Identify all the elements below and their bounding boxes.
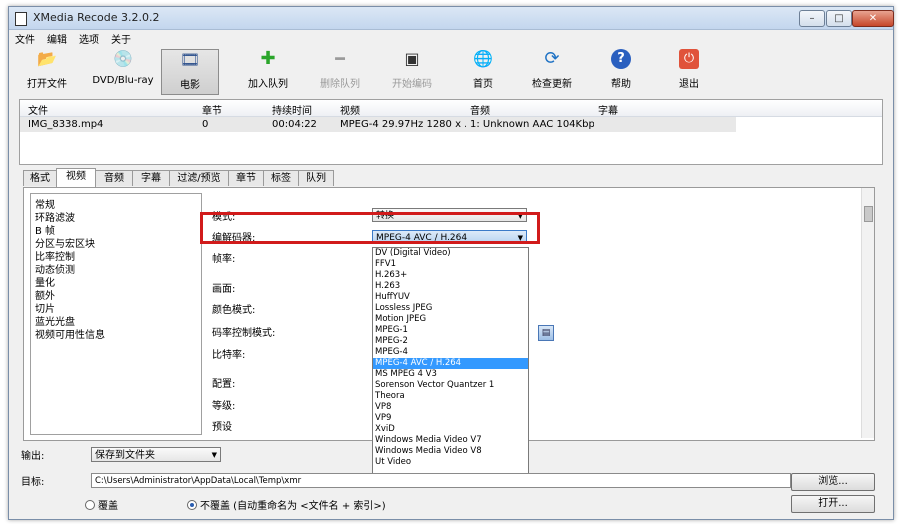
panel-scrollbar[interactable] bbox=[861, 188, 874, 438]
menu-bar: 文件 编辑 选项 关于 bbox=[9, 30, 893, 46]
help-icon: ? bbox=[611, 49, 631, 69]
toolbar: 📂 打开文件 💿 DVD/Blu-ray 🎞 电影 ✚ 加入队列 ━ 删除队列 … bbox=[9, 47, 893, 95]
movie-button[interactable]: 🎞 电影 bbox=[161, 49, 219, 95]
minus-icon: ━ bbox=[335, 49, 345, 68]
open-folder-icon: 📂 bbox=[37, 49, 57, 68]
rate-control-label: 码率控制模式: bbox=[212, 328, 276, 339]
tab-tags[interactable]: 标签 bbox=[263, 170, 299, 186]
list-item[interactable]: FFV1 bbox=[373, 259, 528, 270]
menu-file[interactable]: 文件 bbox=[9, 30, 41, 47]
list-item[interactable]: Ut Video bbox=[373, 457, 528, 468]
rate-settings-button[interactable]: ▤ bbox=[538, 325, 554, 341]
no-overwrite-radio[interactable]: 不覆盖 (自动重命名为 <文件名 + 索引>) bbox=[187, 497, 386, 512]
video-category-list[interactable]: 常规 环路滤波 B 帧 分区与宏区块 比率控制 动态侦测 量化 额外 切片 蓝光… bbox=[30, 193, 202, 435]
col-file[interactable]: 文件 bbox=[28, 102, 48, 117]
add-queue-button[interactable]: ✚ 加入队列 bbox=[235, 49, 301, 93]
tab-filter-preview[interactable]: 过滤/预览 bbox=[169, 170, 229, 186]
tab-chapters[interactable]: 章节 bbox=[228, 170, 264, 186]
list-item[interactable]: 视频可用性信息 bbox=[35, 326, 105, 341]
refresh-icon: ⟳ bbox=[544, 48, 560, 69]
exit-button[interactable]: ⏻ 退出 bbox=[669, 49, 709, 93]
list-item[interactable]: Lossless JPEG bbox=[373, 303, 528, 314]
close-button[interactable]: ✕ bbox=[852, 10, 894, 27]
col-duration[interactable]: 持续时间 bbox=[272, 102, 312, 117]
tab-format[interactable]: 格式 bbox=[23, 170, 57, 186]
list-item[interactable]: Windows Media Video V7 bbox=[373, 435, 528, 446]
start-encode-button[interactable]: ▣ 开始编码 bbox=[379, 49, 445, 93]
film-icon: 🎞 bbox=[180, 50, 201, 69]
target-label: 目标: bbox=[21, 477, 45, 488]
check-update-button[interactable]: ⟳ 检查更新 bbox=[519, 49, 585, 93]
remove-queue-button[interactable]: ━ 删除队列 bbox=[307, 49, 373, 93]
app-icon bbox=[15, 12, 27, 26]
file-list-header: 文件 章节 持续时间 视频 音频 字幕 bbox=[20, 100, 882, 117]
title-bar: XMedia Recode 3.2.0.2 – □ ✕ bbox=[9, 7, 894, 30]
list-item[interactable]: Motion JPEG bbox=[373, 314, 528, 325]
output-select[interactable]: 保存到文件夹 ▼ bbox=[91, 447, 221, 462]
list-item[interactable]: MS MPEG 4 V3 bbox=[373, 369, 528, 380]
list-item[interactable]: MPEG-1 bbox=[373, 325, 528, 336]
color-mode-label: 颜色模式: bbox=[212, 305, 256, 316]
open-file-button[interactable]: 📂 打开文件 bbox=[15, 49, 79, 93]
col-audio[interactable]: 音频 bbox=[470, 102, 490, 117]
profile-label: 配置: bbox=[212, 379, 236, 390]
col-video[interactable]: 视频 bbox=[340, 102, 360, 117]
list-item[interactable]: VP9 bbox=[373, 413, 528, 424]
menu-edit[interactable]: 编辑 bbox=[41, 30, 73, 47]
preset-label: 预设 bbox=[212, 422, 232, 433]
codec-dropdown-list[interactable]: DV (Digital Video) FFV1 H.263+ H.263 Huf… bbox=[372, 247, 529, 474]
radio-selected-icon bbox=[187, 500, 197, 510]
disc-icon: 💿 bbox=[113, 49, 133, 68]
app-window: XMedia Recode 3.2.0.2 – □ ✕ 文件 编辑 选项 关于 📂 打… bbox=[8, 6, 894, 520]
help-button[interactable]: ? 帮助 bbox=[601, 49, 641, 93]
file-list[interactable]: 文件 章节 持续时间 视频 音频 字幕 IMG_8338.mp4 0 00:04… bbox=[19, 99, 883, 165]
list-item[interactable]: Theora bbox=[373, 391, 528, 402]
encode-icon: ▣ bbox=[404, 49, 420, 68]
overwrite-radio[interactable]: 覆盖 bbox=[85, 497, 118, 512]
col-subtitle[interactable]: 字幕 bbox=[598, 102, 618, 117]
plus-icon: ✚ bbox=[260, 48, 276, 69]
open-button[interactable]: 打开... bbox=[791, 495, 875, 513]
list-item[interactable]: XviD bbox=[373, 424, 528, 435]
menu-options[interactable]: 选项 bbox=[73, 30, 105, 47]
list-item[interactable]: Windows Media Video V8 bbox=[373, 446, 528, 457]
chevron-down-icon: ▼ bbox=[211, 451, 217, 459]
scrollbar-thumb[interactable] bbox=[864, 206, 873, 222]
window-title: XMedia Recode 3.2.0.2 bbox=[33, 11, 160, 24]
home-button[interactable]: 🌐 首页 bbox=[461, 49, 505, 93]
framerate-label: 帧率: bbox=[212, 254, 236, 265]
tab-subtitle[interactable]: 字幕 bbox=[132, 170, 170, 186]
level-label: 等级: bbox=[212, 401, 236, 412]
bitrate-label: 比特率: bbox=[212, 350, 246, 361]
minimize-button[interactable]: – bbox=[799, 10, 825, 27]
output-label: 输出: bbox=[21, 451, 45, 462]
power-icon: ⏻ bbox=[679, 49, 699, 69]
tab-video[interactable]: 视频 bbox=[56, 168, 96, 187]
globe-icon: 🌐 bbox=[473, 49, 493, 68]
maximize-button[interactable]: □ bbox=[826, 10, 852, 27]
list-item-selected[interactable]: MPEG-4 AVC / H.264 bbox=[373, 358, 528, 369]
list-item[interactable]: MPEG-4 bbox=[373, 347, 528, 358]
browse-button[interactable]: 浏览... bbox=[791, 473, 875, 491]
radio-icon bbox=[85, 500, 95, 510]
tab-audio[interactable]: 音频 bbox=[95, 170, 133, 186]
list-item[interactable]: Sorenson Vector Quantzer 1 bbox=[373, 380, 528, 391]
tab-queue[interactable]: 队列 bbox=[298, 170, 334, 186]
list-item[interactable]: H.263 bbox=[373, 281, 528, 292]
picture-label: 画面: bbox=[212, 284, 236, 295]
dvd-bluray-button[interactable]: 💿 DVD/Blu-ray bbox=[87, 49, 159, 93]
col-chapters[interactable]: 章节 bbox=[202, 102, 222, 117]
list-item[interactable]: MPEG-2 bbox=[373, 336, 528, 347]
list-item[interactable]: H.263+ bbox=[373, 270, 528, 281]
list-item[interactable]: HuffYUV bbox=[373, 292, 528, 303]
menu-about[interactable]: 关于 bbox=[105, 30, 137, 47]
list-item[interactable]: VP8 bbox=[373, 402, 528, 413]
list-item[interactable]: DV (Digital Video) bbox=[373, 248, 528, 259]
target-path-input[interactable]: C:\Users\Administrator\AppData\Local\Tem… bbox=[91, 473, 791, 488]
table-row[interactable]: IMG_8338.mp4 0 00:04:22 MPEG-4 29.97Hz 1… bbox=[20, 117, 736, 132]
codec-highlight-box bbox=[200, 212, 540, 244]
